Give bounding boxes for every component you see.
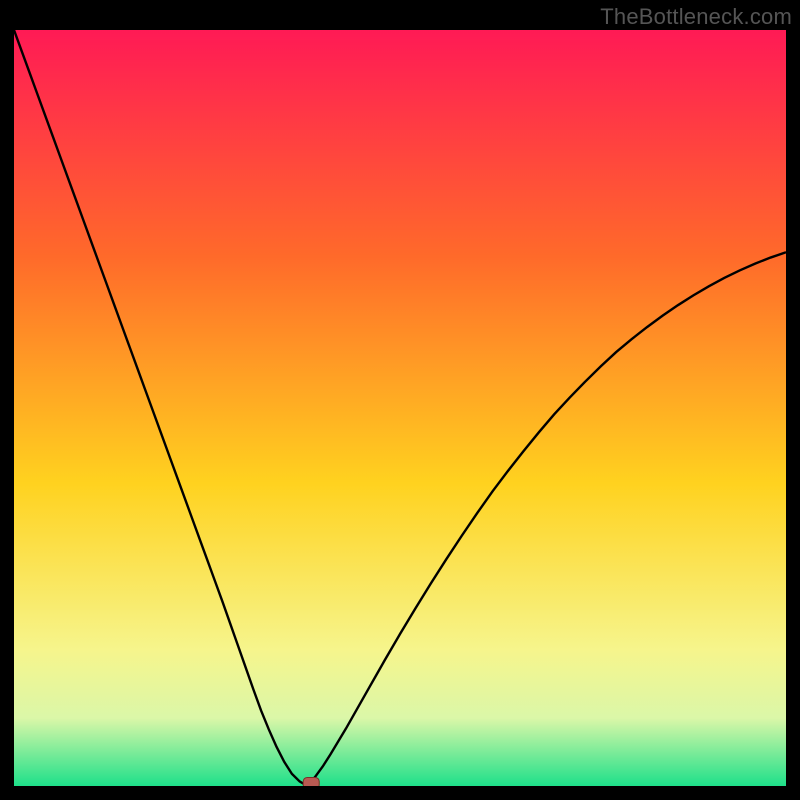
gradient-background: [14, 30, 786, 786]
minimum-marker: [303, 777, 319, 786]
chart-frame: TheBottleneck.com: [0, 0, 800, 800]
chart-svg: [14, 30, 786, 786]
chart-plot: [14, 30, 786, 786]
watermark-text: TheBottleneck.com: [600, 4, 792, 30]
